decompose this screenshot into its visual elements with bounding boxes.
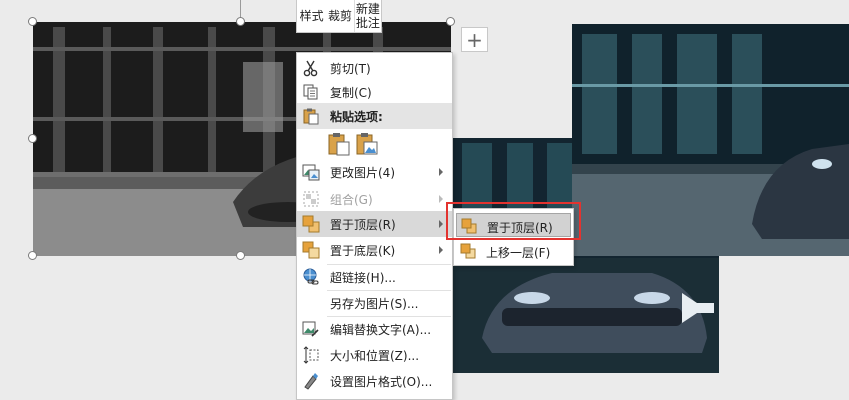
paste-as-picture-icon[interactable] <box>355 132 379 156</box>
link-icon <box>303 268 319 285</box>
menu-item-copy[interactable]: 复制(C) <box>297 79 452 105</box>
menu-item-hyperlink[interactable]: 超链接(H)... <box>297 264 452 290</box>
menu-label: 超链接(H)... <box>330 270 396 285</box>
menu-item-save-as-picture[interactable]: 另存为图片(S)... <box>297 290 452 316</box>
annotation-highlight-box <box>446 202 581 240</box>
submenu-item-bring-forward[interactable]: 上移一层(F) <box>456 239 571 263</box>
change-picture-icon <box>302 164 320 181</box>
menu-item-group: 组合(G) <box>297 186 452 212</box>
rotation-handle[interactable] <box>236 17 245 26</box>
menu-item-bring-to-front[interactable]: 置于顶层(R) <box>297 211 452 237</box>
send-to-back-icon <box>302 241 320 259</box>
menu-label: 大小和位置(Z)... <box>330 348 420 363</box>
mini-toolbar: 样式 裁剪 新建 批注 <box>296 0 382 33</box>
paste-options-heading: 粘贴选项: <box>330 109 383 124</box>
bring-forward-icon <box>460 243 476 259</box>
menu-label: 剪切(T) <box>330 61 371 76</box>
group-icon <box>303 191 319 207</box>
bring-to-front-icon <box>302 215 320 233</box>
submenu-arrow-icon <box>439 220 443 228</box>
submenu-arrow-icon <box>439 246 443 254</box>
add-button[interactable]: + <box>461 27 488 52</box>
plus-icon: + <box>466 27 483 52</box>
copy-icon <box>303 84 318 100</box>
submenu-label: 上移一层(F) <box>486 246 551 260</box>
alt-text-icon <box>302 321 319 337</box>
menu-item-format-picture[interactable]: 设置图片格式(O)... <box>297 368 452 394</box>
resize-handle-middle-left[interactable] <box>28 134 37 143</box>
menu-item-send-to-back[interactable]: 置于底层(K) <box>297 237 452 263</box>
paste-options-row <box>297 129 452 159</box>
resize-handle-bottom-left[interactable] <box>28 251 37 260</box>
resize-handle-top-left[interactable] <box>28 17 37 26</box>
size-position-icon <box>303 346 319 364</box>
submenu-arrow-icon <box>439 195 443 203</box>
menu-label: 置于底层(K) <box>330 243 396 258</box>
crop-button[interactable]: 裁剪 <box>326 0 354 32</box>
menu-label: 置于顶层(R) <box>330 217 396 232</box>
menu-item-cut[interactable]: 剪切(T) <box>297 55 452 81</box>
context-menu: 剪切(T) 复制(C) 粘贴选项: 更改图片(4) 组合(G) 置于顶层(R) … <box>296 52 453 400</box>
menu-label: 编辑替换文字(A)... <box>330 322 432 337</box>
clipboard-icon <box>303 108 319 125</box>
resize-handle-bottom-middle[interactable] <box>236 251 245 260</box>
menu-item-change-picture[interactable]: 更改图片(4) <box>297 159 452 185</box>
new-comment-button[interactable]: 新建 批注 <box>353 0 381 32</box>
menu-item-edit-alt-text[interactable]: 编辑替换文字(A)... <box>297 316 452 342</box>
submenu-arrow-icon <box>439 168 443 176</box>
paste-keep-formatting-icon[interactable] <box>327 132 351 156</box>
car-photo-right[interactable] <box>572 24 849 256</box>
style-button[interactable]: 样式 <box>297 0 326 32</box>
scissors-icon <box>303 60 318 77</box>
menu-item-size-position[interactable]: 大小和位置(Z)... <box>297 342 452 368</box>
menu-section-paste-options: 粘贴选项: <box>297 103 452 129</box>
resize-handle-top-right[interactable] <box>446 17 455 26</box>
menu-label: 复制(C) <box>330 85 372 100</box>
menu-label: 另存为图片(S)... <box>330 296 419 311</box>
menu-label: 设置图片格式(O)... <box>330 374 433 389</box>
menu-label: 更改图片(4) <box>330 165 395 180</box>
menu-label: 组合(G) <box>330 192 373 207</box>
format-picture-icon <box>304 373 318 390</box>
